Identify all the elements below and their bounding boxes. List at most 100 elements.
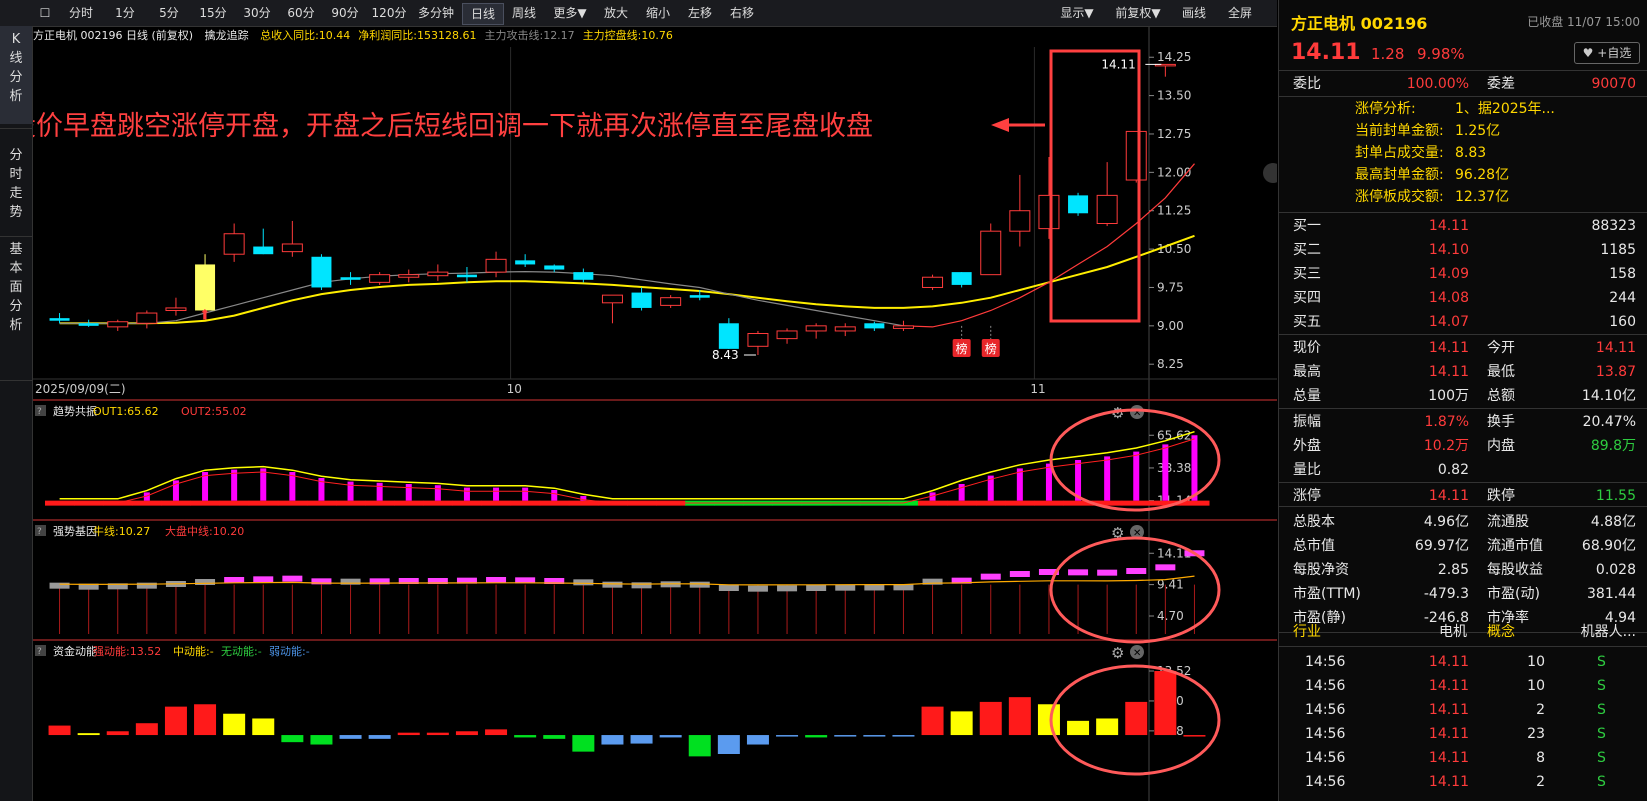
momentum-bar-32 bbox=[979, 701, 1002, 736]
stat-row-10: 市盈(TTM) -479.3 市盈(动) 381.44 bbox=[1279, 582, 1647, 606]
momentum-bar-18 bbox=[572, 735, 595, 752]
period-button-11[interactable]: 更多▼ bbox=[546, 3, 594, 23]
stat-label: 换手 bbox=[1487, 414, 1515, 430]
bid-row-4[interactable]: 买五 14.07 160 bbox=[1279, 310, 1647, 334]
trend-ribbon-10 bbox=[336, 500, 366, 506]
limit-info-row-3: 最高封单金额: 96.28亿 bbox=[1279, 164, 1647, 186]
candle-8 bbox=[281, 220, 303, 257]
stat-value: 4.96亿 bbox=[1423, 514, 1469, 530]
stat-value: 0.028 bbox=[1595, 562, 1636, 578]
toolbar-right-button-3[interactable]: 全屏 bbox=[1220, 3, 1260, 23]
stat-row-1: 最高 14.11 最低 13.87 bbox=[1279, 360, 1647, 384]
candle-18 bbox=[573, 268, 594, 283]
toolbar-right-button-0[interactable]: 显示▼ bbox=[1052, 3, 1102, 23]
price-axis-tick-1: 13.50 bbox=[1157, 89, 1191, 103]
momentum-bar-22 bbox=[688, 735, 711, 757]
candle-10 bbox=[340, 272, 361, 285]
tick-time: 14:56 bbox=[1305, 726, 1346, 742]
period-button-5[interactable]: 60分 bbox=[280, 3, 322, 23]
bid-row-0[interactable]: 买一 14.11 88323 bbox=[1279, 214, 1647, 238]
stat-row-3: 振幅 1.87% 换手 20.47% bbox=[1279, 410, 1647, 434]
stat-label: 最高 bbox=[1293, 364, 1321, 380]
bid-level-label: 买四 bbox=[1293, 290, 1321, 306]
period-button-9[interactable]: 日线 bbox=[462, 3, 504, 25]
add-watchlist-button[interactable]: ♥ +自选 bbox=[1574, 42, 1640, 64]
bid-row-1[interactable]: 买二 14.10 1185 bbox=[1279, 238, 1647, 262]
left-nav-tab-0[interactable]: K 线 分 析 bbox=[0, 26, 32, 124]
gene-bar-6 bbox=[224, 577, 245, 583]
trend-ribbon-32 bbox=[976, 500, 1006, 506]
stock-title: 方正电机 002196 bbox=[1291, 14, 1428, 33]
stat-value: 14.11 bbox=[1428, 364, 1469, 380]
tick-time: 14:56 bbox=[1305, 774, 1346, 790]
tick-time: 14:56 bbox=[1305, 678, 1346, 694]
highlight-ellipse-1 bbox=[1049, 536, 1221, 644]
trend-bar-37 bbox=[1133, 451, 1140, 501]
tick-volume: 8 bbox=[1536, 750, 1545, 766]
left-nav-tab-1[interactable]: 分 时 走 势 bbox=[0, 142, 32, 232]
period-button-15[interactable]: 右移 bbox=[722, 3, 762, 23]
momentum-bar-29 bbox=[892, 735, 915, 737]
tick-price: 14.11 bbox=[1428, 774, 1469, 790]
bid-row-2[interactable]: 买三 14.09 158 bbox=[1279, 262, 1647, 286]
left-nav-tab-2[interactable]: 基 本 面 分 析 bbox=[0, 236, 32, 376]
stat-label: 涨停 bbox=[1293, 488, 1321, 504]
candle-12 bbox=[398, 269, 420, 283]
momentum-bar-3 bbox=[135, 723, 158, 736]
candle-34 bbox=[1038, 157, 1060, 239]
tick-price: 14.11 bbox=[1428, 702, 1469, 718]
period-button-8[interactable]: 多分钟 bbox=[412, 3, 460, 23]
limit-info-row-0[interactable]: 涨停分析: 1、据2025年... bbox=[1279, 98, 1647, 120]
trend-ribbon-30 bbox=[918, 500, 948, 506]
trend-ribbon-37 bbox=[1121, 500, 1152, 506]
period-button-6[interactable]: 90分 bbox=[324, 3, 366, 23]
candle-35 bbox=[1068, 192, 1089, 216]
toolbar-right-button-1[interactable]: 前复权▼ bbox=[1108, 3, 1168, 23]
chart-canvas[interactable]: 14.2513.5012.7512.0011.2510.509.759.008.… bbox=[33, 27, 1277, 801]
period-button-2[interactable]: 5分 bbox=[148, 3, 190, 23]
period-button-13[interactable]: 缩小 bbox=[638, 3, 678, 23]
left-navigation: K 线 分 析分 时 走 势基 本 面 分 析 bbox=[0, 26, 33, 801]
limit-info-label-2: 封单占成交量: bbox=[1355, 145, 1444, 161]
gene-bar-0 bbox=[49, 582, 70, 589]
gene-bar-36 bbox=[1097, 569, 1118, 576]
bid-row-3[interactable]: 买四 14.08 244 bbox=[1279, 286, 1647, 310]
ma-attack-line bbox=[59, 270, 904, 327]
trend-ribbon-15 bbox=[481, 500, 512, 506]
candle-3 bbox=[136, 310, 158, 329]
bid-level-label: 买三 bbox=[1293, 266, 1321, 282]
subpane-1-label-1: 牛线:10.27 bbox=[93, 524, 150, 538]
candle-20 bbox=[631, 287, 652, 311]
stat-value: 0.82 bbox=[1437, 462, 1469, 478]
industry-value[interactable]: 电机 bbox=[1407, 620, 1467, 644]
weibi-label: 委比 bbox=[1293, 76, 1321, 92]
momentum-bar-2 bbox=[106, 731, 129, 736]
checkbox-icon[interactable]: ☐ bbox=[38, 3, 52, 23]
date-label-1: 10 bbox=[507, 382, 522, 396]
gene-bar-5 bbox=[195, 579, 216, 585]
period-button-0[interactable]: 分时 bbox=[60, 3, 102, 23]
svg-text:?: ? bbox=[37, 407, 42, 417]
period-button-7[interactable]: 120分 bbox=[368, 3, 410, 23]
trend-bar-11 bbox=[376, 482, 383, 501]
gene-bar-25 bbox=[777, 585, 798, 592]
concept-value[interactable]: 机器人... bbox=[1581, 620, 1636, 644]
period-button-14[interactable]: 左移 bbox=[680, 3, 720, 23]
tick-time: 14:56 bbox=[1305, 750, 1346, 766]
gene-bar-24 bbox=[747, 585, 768, 592]
candle-16 bbox=[515, 254, 536, 267]
period-button-3[interactable]: 15分 bbox=[192, 3, 234, 23]
momentum-bar-26 bbox=[805, 735, 828, 738]
tick-direction: S bbox=[1597, 726, 1606, 742]
trend-bar-13 bbox=[434, 485, 441, 501]
trend-ribbon-13 bbox=[423, 500, 453, 506]
period-button-1[interactable]: 1分 bbox=[104, 3, 146, 23]
trade-tick-row-0: 14:56 14.11 10 S bbox=[1279, 650, 1647, 674]
trend-bar-15 bbox=[493, 487, 500, 501]
period-button-12[interactable]: 放大 bbox=[596, 3, 636, 23]
bid-price: 14.08 bbox=[1428, 290, 1469, 306]
toolbar-right-button-2[interactable]: 画线 bbox=[1174, 3, 1214, 23]
period-button-4[interactable]: 30分 bbox=[236, 3, 278, 23]
period-button-10[interactable]: 周线 bbox=[504, 3, 544, 23]
limit-info-row-1: 当前封单金额: 1.25亿 bbox=[1279, 120, 1647, 142]
